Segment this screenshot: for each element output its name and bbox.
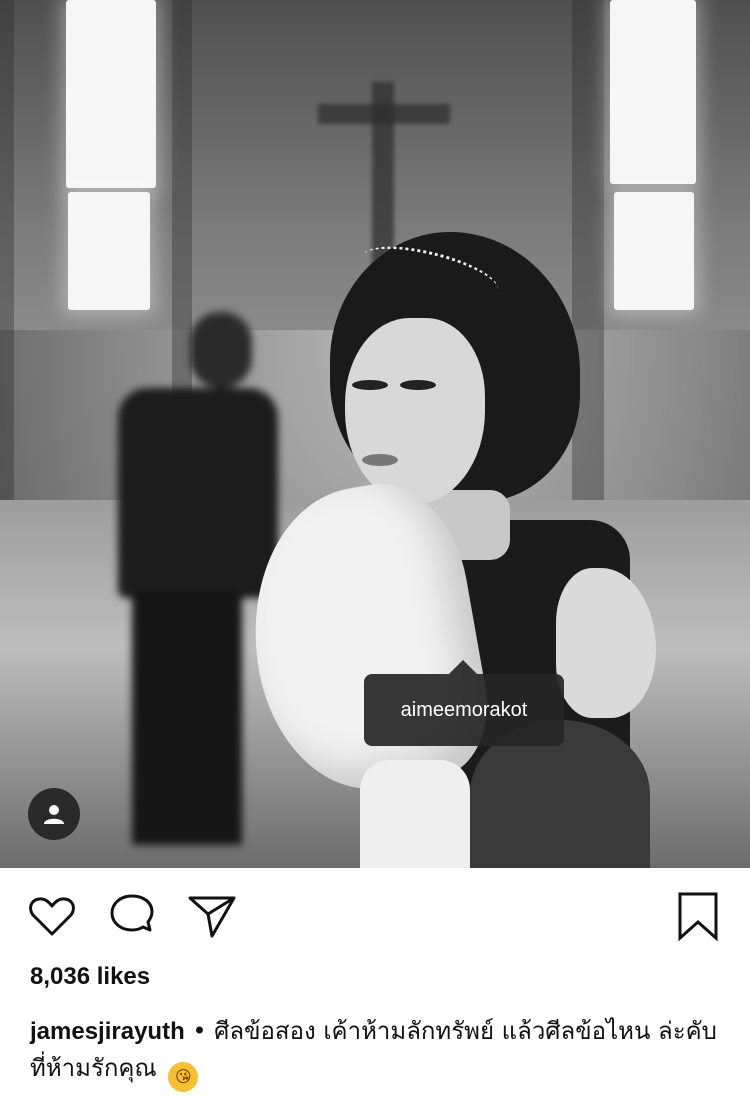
bride-lips — [362, 454, 398, 466]
bride-eye — [352, 380, 388, 390]
save-button[interactable] — [672, 890, 724, 942]
groom-head — [190, 312, 252, 388]
tagged-users-button[interactable] — [28, 788, 80, 840]
dress-front — [360, 760, 470, 868]
share-button[interactable] — [186, 890, 238, 942]
bride-face — [345, 318, 485, 504]
caption-separator: • — [192, 1017, 207, 1045]
bookmark-icon — [678, 892, 718, 942]
post-photo[interactable]: aimeemorakot — [0, 0, 750, 868]
kiss-emoji: 😘 — [168, 1062, 199, 1092]
comment-icon — [110, 894, 154, 932]
window-left-lower — [68, 192, 150, 310]
window-right-lower — [614, 192, 694, 310]
comment-button[interactable] — [106, 890, 158, 942]
groom-body — [118, 388, 278, 598]
action-bar — [0, 868, 750, 964]
groom-legs — [132, 590, 242, 845]
window-right-upper — [610, 0, 696, 184]
pillar — [572, 0, 604, 520]
pillar — [0, 0, 14, 520]
like-button[interactable] — [26, 890, 78, 942]
post-caption: jamesjirayuth • ศีลข้อสอง เค้าห้ามลักทรั… — [30, 1013, 730, 1092]
caption-username[interactable]: jamesjirayuth — [30, 1018, 185, 1045]
tag-pointer — [449, 660, 477, 674]
user-tag-label[interactable]: aimeemorakot — [364, 674, 564, 746]
bride-eye — [400, 380, 436, 390]
send-icon — [188, 896, 236, 938]
window-left-upper — [66, 0, 156, 188]
cross-bar — [318, 104, 450, 124]
person-icon — [44, 805, 64, 824]
likes-count[interactable]: 8,036 likes — [30, 963, 150, 991]
heart-icon — [29, 897, 75, 936]
